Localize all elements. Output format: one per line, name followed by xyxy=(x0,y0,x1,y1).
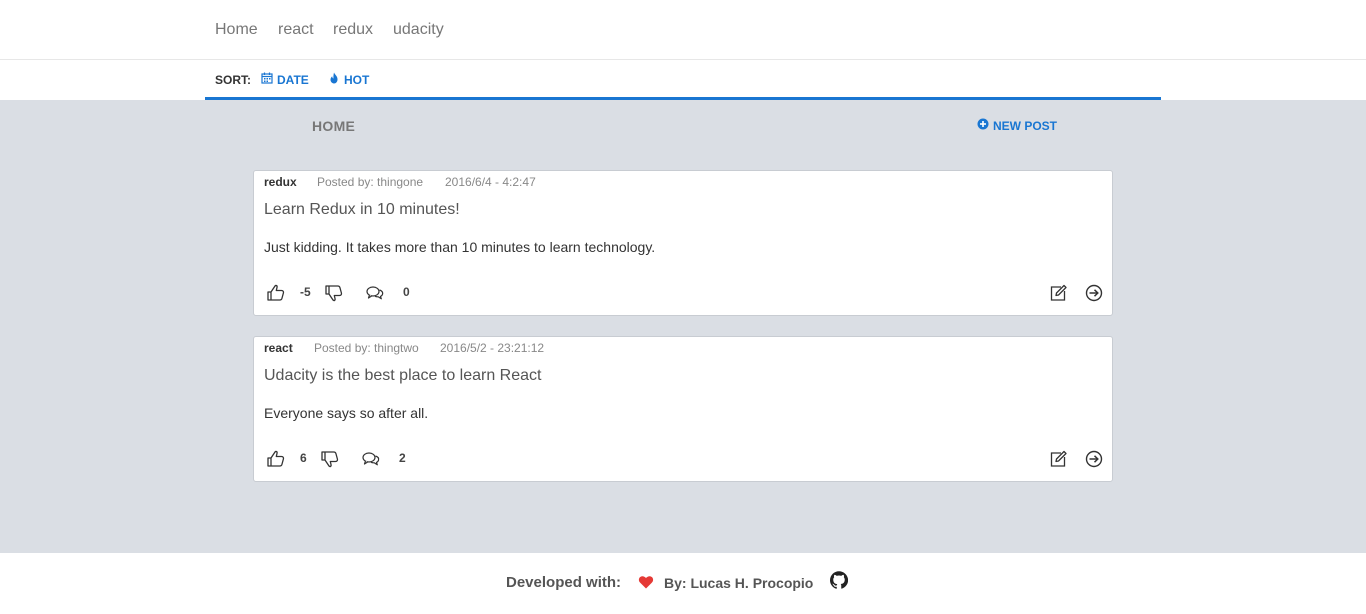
post-card: react Posted by: thingtwo 2016/5/2 - 23:… xyxy=(253,336,1113,482)
post-card: redux Posted by: thingone 2016/6/4 - 4:2… xyxy=(253,170,1113,316)
sort-by-hot-button[interactable]: HOT xyxy=(328,72,369,87)
sort-hot-label: HOT xyxy=(344,72,370,87)
sort-by-date-button[interactable]: DATE xyxy=(261,72,309,87)
nav-link-home[interactable]: Home xyxy=(215,21,258,39)
thumbs-down-icon[interactable] xyxy=(324,283,344,303)
author-credit: By: Lucas H. Procopio xyxy=(664,575,814,591)
sort-bar: SORT: DATE HOT xyxy=(205,60,1161,100)
vote-score: 6 xyxy=(300,451,307,465)
footer: Developed with: By: Lucas H. Procopio xyxy=(0,553,1366,614)
calendar-icon xyxy=(261,72,273,87)
top-navbar: Home react redux udacity xyxy=(0,0,1366,60)
developed-with-label: Developed with: xyxy=(506,574,622,591)
post-category[interactable]: react xyxy=(264,341,293,355)
thumbs-down-icon[interactable] xyxy=(320,449,340,469)
page-title: HOME xyxy=(312,118,356,134)
post-date: 2016/6/4 - 4:2:47 xyxy=(445,175,536,189)
open-post-icon[interactable] xyxy=(1084,283,1104,303)
post-body: Just kidding. It takes more than 10 minu… xyxy=(264,239,656,255)
post-title[interactable]: Udacity is the best place to learn React xyxy=(264,367,541,385)
open-post-icon[interactable] xyxy=(1084,449,1104,469)
post-date: 2016/5/2 - 23:21:12 xyxy=(440,341,545,355)
plus-circle-icon xyxy=(977,118,989,133)
comments-icon[interactable] xyxy=(361,449,381,469)
edit-icon[interactable] xyxy=(1048,449,1068,469)
sort-date-label: DATE xyxy=(277,72,309,87)
nav-link-react[interactable]: react xyxy=(278,21,314,39)
vote-score: -5 xyxy=(300,285,311,299)
post-body: Everyone says so after all. xyxy=(264,405,429,421)
thumbs-up-icon[interactable] xyxy=(266,283,286,303)
post-category[interactable]: redux xyxy=(264,175,297,189)
sort-label: SORT: xyxy=(215,73,251,87)
comments-icon[interactable] xyxy=(365,283,385,303)
post-author: Posted by: thingtwo xyxy=(314,341,419,355)
heart-icon xyxy=(638,574,654,590)
new-post-label: NEW POST xyxy=(993,118,1058,133)
nav-link-udacity[interactable]: udacity xyxy=(393,21,444,39)
post-author: Posted by: thingone xyxy=(317,175,424,189)
main-content: HOME NEW POST redux Posted by: thingone … xyxy=(0,100,1366,553)
edit-icon[interactable] xyxy=(1048,283,1068,303)
post-title[interactable]: Learn Redux in 10 minutes! xyxy=(264,201,460,219)
thumbs-up-icon[interactable] xyxy=(266,449,286,469)
new-post-button[interactable]: NEW POST xyxy=(977,118,1057,133)
github-icon[interactable] xyxy=(830,571,849,589)
comment-count: 2 xyxy=(399,451,406,465)
fire-icon xyxy=(328,72,340,87)
nav-link-redux[interactable]: redux xyxy=(333,21,373,39)
comment-count: 0 xyxy=(403,285,410,299)
